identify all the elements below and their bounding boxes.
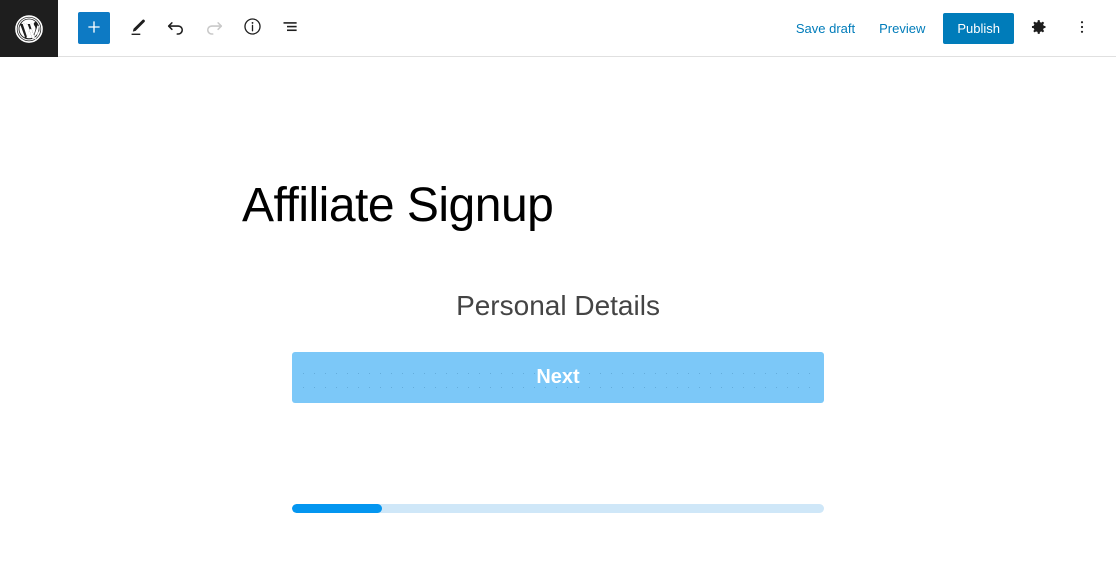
wordpress-logo-button[interactable] [0,0,58,57]
save-draft-button[interactable]: Save draft [784,15,867,42]
form-block[interactable]: Personal Details Next [292,288,824,513]
info-circle-icon [242,16,263,40]
form-progress-fill [292,504,383,513]
pencil-icon [127,16,149,41]
post-title[interactable]: Affiliate Signup [242,177,554,235]
vertical-ellipsis-icon [1073,18,1091,39]
settings-button[interactable] [1020,10,1056,46]
more-options-button[interactable] [1064,10,1100,46]
details-button[interactable] [234,10,270,46]
redo-arrow-icon [203,16,225,41]
preview-button[interactable]: Preview [867,15,937,42]
editor-toolbar-left [58,0,308,56]
editor-canvas: Affiliate Signup Personal Details Next [0,57,1116,570]
editor-toolbar-right: Save draft Preview Publish [784,0,1116,56]
undo-arrow-icon [165,16,187,41]
publish-button[interactable]: Publish [943,12,1014,44]
list-view-button[interactable] [272,10,308,46]
tools-edit-button[interactable] [120,10,156,46]
list-view-icon [280,16,301,40]
next-button-label: Next [536,366,580,388]
plus-icon [85,18,103,39]
block-inserter-button[interactable] [78,12,110,44]
editor-header: Save draft Preview Publish [0,0,1116,57]
wordpress-logo-icon [14,14,44,44]
form-progress-bar [292,504,824,513]
redo-button[interactable] [196,10,232,46]
undo-button[interactable] [158,10,194,46]
form-step-title: Personal Details [456,290,660,321]
gear-icon [1028,17,1048,40]
next-button[interactable]: Next [292,352,824,403]
